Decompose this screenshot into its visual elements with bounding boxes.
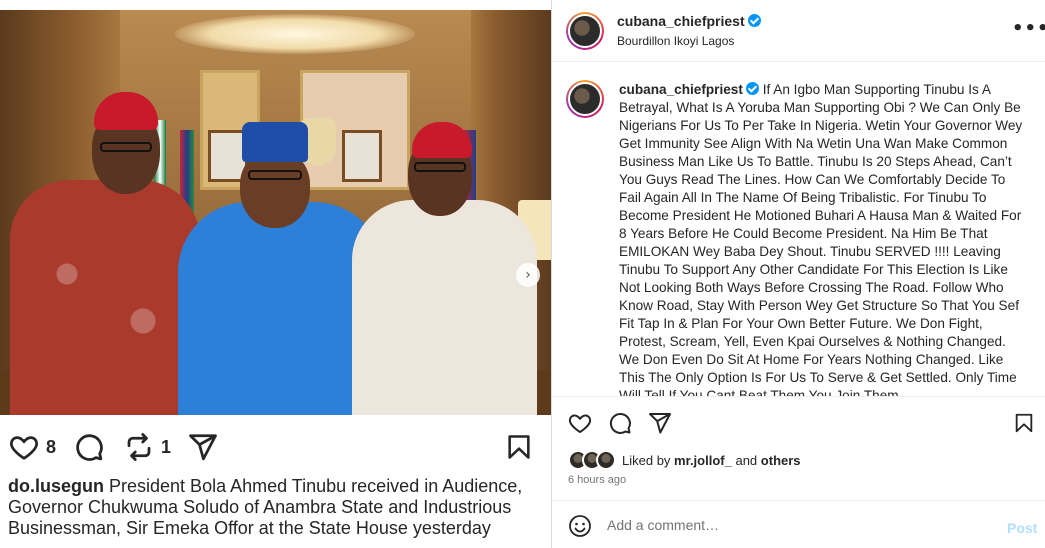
verified-badge-icon [745,82,759,95]
shared-caption-username[interactable]: do.lusegun [8,476,104,496]
comment-icon[interactable] [608,411,632,435]
liker-username[interactable]: mr.jollof_ [674,453,732,468]
emoji-icon[interactable] [568,514,592,538]
share-icon[interactable] [648,411,672,435]
person-right-cap [412,122,472,158]
likes-others-link[interactable]: others [761,453,801,468]
header-username-row[interactable]: cubana_chiefpriest [617,13,761,29]
likes-summary: Liked by mr.jollof_ and others [622,453,801,468]
avatar[interactable] [566,12,604,50]
likes-count: 8 [46,437,57,457]
post-comment-button[interactable]: Post [1007,520,1037,536]
share-icon[interactable] [188,432,218,462]
person-center-cap [242,122,308,162]
likes-prefix: Liked by [622,453,671,468]
likes-and: and [735,453,758,468]
photo-portrait-frame [342,130,382,182]
caption-username[interactable]: cubana_chiefpriest [619,82,743,97]
header-location[interactable]: Bourdillon Ikoyi Lagos [617,34,734,48]
person-left-glasses [100,142,152,152]
avatar[interactable] [566,80,604,118]
person-right-body [352,200,537,415]
post-caption: cubana_chiefpriest If An Igbo Man Suppor… [619,81,1029,396]
next-arrow-icon[interactable]: › [516,263,540,287]
more-options-icon[interactable]: ••• [1012,18,1045,39]
caption-scroll-area[interactable]: cubana_chiefpriest If An Igbo Man Suppor… [552,62,1045,396]
comment-bar: Post [552,500,1045,548]
bookmark-icon[interactable] [1013,411,1035,435]
photo-chandelier [175,14,415,54]
comment-input[interactable] [607,513,987,537]
person-left-body [10,180,200,415]
person-center-glasses [248,170,302,180]
caption-body: If An Igbo Man Supporting Tinubu Is A Be… [619,82,1023,396]
post-header: cubana_chiefpriest Bourdillon Ikoyi Lago… [552,0,1045,62]
heart-icon[interactable] [8,432,40,462]
bookmark-icon[interactable] [505,432,533,462]
comment-icon[interactable] [74,432,104,462]
heart-icon[interactable] [568,411,592,435]
reposts-count: 1 [161,437,172,457]
liker-avatar[interactable] [596,450,616,470]
post-photo[interactable] [0,10,551,415]
repost-icon[interactable] [124,432,154,462]
post-actions [552,396,1045,446]
verified-badge-icon [747,14,761,27]
person-right-glasses [414,162,466,172]
header-username[interactable]: cubana_chiefpriest [617,13,745,29]
shared-post-caption: do.lusegun President Bola Ahmed Tinubu r… [8,476,538,539]
shared-post-panel: › 8 1 do.lusegun President Bola Ahmed Ti… [0,0,551,548]
post-detail-panel: cubana_chiefpriest Bourdillon Ikoyi Lago… [552,0,1045,548]
post-timestamp[interactable]: 6 hours ago [568,474,626,486]
shared-post-actions: 8 1 [8,430,538,462]
